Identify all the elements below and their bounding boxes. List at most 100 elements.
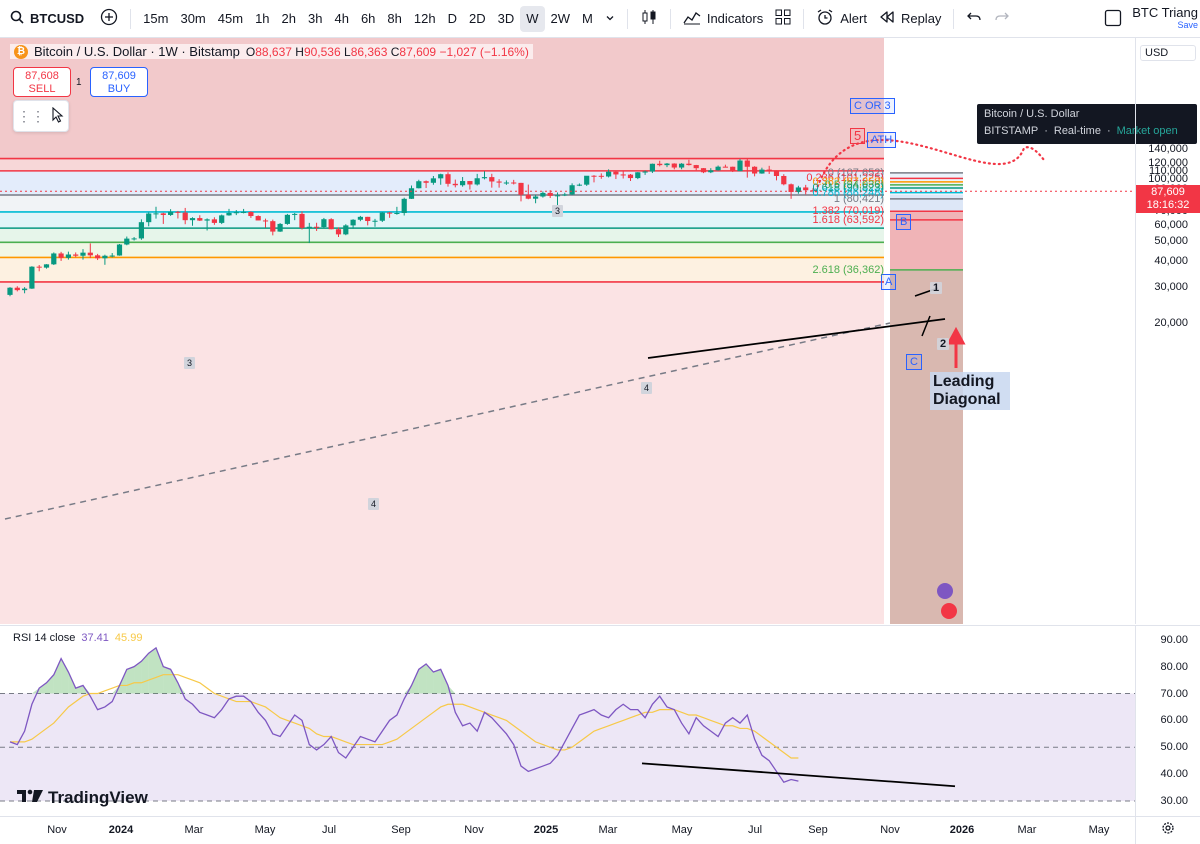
timeframe-2w[interactable]: 2W [545,6,577,32]
timeframe-3h[interactable]: 3h [302,6,328,32]
candle-body [722,166,728,168]
compare-button[interactable] [94,6,124,32]
price-chart-pane[interactable] [0,38,1135,624]
chart-type-button[interactable] [634,6,664,32]
time-tick: May [671,824,693,836]
buy-button[interactable]: 87,609 BUY [90,67,148,97]
candle-body [584,175,590,185]
wave-3-left-label: 3 [184,357,196,369]
candle-body [7,287,13,295]
templates-button[interactable] [769,6,797,32]
tooltip-exchange: BITSTAMP [984,125,1039,137]
candle-body [387,212,393,214]
rsi-overbought-fill [46,674,54,694]
timeframe-4h[interactable]: 4h [328,6,354,32]
legend-high: 90,536 [303,44,341,59]
symbol-search[interactable]: BTCUSD [0,0,94,37]
candle-body [503,182,509,184]
candle-body [277,223,283,232]
candle-body [306,226,312,228]
candle-body [372,220,378,222]
timeframe-2h[interactable]: 2h [276,6,302,32]
candle-body [467,181,473,185]
timeframe-8h[interactable]: 8h [381,6,407,32]
candle-body [357,216,363,220]
layout-area: BTC Triang Save [1104,0,1200,38]
timeframe-m[interactable]: M [576,6,599,32]
last-price-tag: 87,609 18:16:32 [1136,185,1200,214]
replay-button[interactable]: Replay [873,6,947,32]
rsi-pane[interactable] [0,625,1135,816]
sell-button[interactable]: 87,608 SELL [13,67,71,97]
cyan-zone-bg [0,211,884,229]
timeframe-15m[interactable]: 15m [137,6,174,32]
timeframe-3d[interactable]: 3D [492,6,521,32]
candle-body [803,187,809,191]
currency-label: USD [1145,47,1169,59]
drag-handle-icon[interactable]: ⋮⋮ [17,108,45,125]
candle-body [474,178,480,185]
time-tick: 2026 [949,824,975,836]
timeframe-2d[interactable]: 2D [463,6,492,32]
candle-body [554,195,561,197]
timeframe-45m[interactable]: 45m [212,6,249,32]
buy-price: 87,609 [102,70,136,82]
time-tick: May [254,824,276,836]
candle-body [635,172,641,179]
toolbar-divider [626,8,628,29]
candle-body [620,174,626,176]
candle-body [452,183,458,186]
cursor-arrow-icon[interactable] [51,106,65,126]
candle-body [73,254,79,256]
bitcoin-icon: ₿ [14,44,28,59]
price-axis[interactable]: USD 140,000120,000110,000100,00090,00080… [1135,38,1200,624]
timeframe-w[interactable]: W [520,5,545,32]
rsi-tick: 90.00 [1160,633,1188,646]
candle-body [715,166,721,171]
rsi-axis[interactable]: 90.00 80.00 70.00 60.00 50.00 40.00 30.00 [1135,625,1200,816]
currency-selector[interactable]: USD [1140,45,1196,61]
candle-body [744,160,750,167]
time-axis[interactable]: Nov 2024 Mar May Jul Sep Nov 2025 Mar May Jul Sep No… [0,816,1135,844]
candle-body [153,213,159,215]
layout-checkbox[interactable] [1104,9,1122,30]
candle-body [299,213,305,228]
toolbar-divider [803,8,805,29]
candle-body [80,252,86,256]
layout-name-button[interactable]: BTC Triang Save [1132,6,1198,32]
indicators-label: Indicators [706,11,764,26]
timeframe-12h[interactable]: 12h [408,6,442,32]
gear-icon [1161,821,1175,840]
price-tick: 30,000 [1154,281,1188,294]
timeframe-dropdown[interactable] [599,6,621,32]
timeframe-d[interactable]: D [442,6,463,32]
candle-body [627,174,634,179]
indicators-button[interactable]: Indicators [677,6,769,32]
rsi-ma-value: 45.99 [114,632,143,644]
alert-button[interactable]: Alert [810,6,873,32]
rsi-tick: 50.00 [1160,741,1188,754]
undo-button[interactable] [960,6,988,32]
timeframe-1h[interactable]: 1h [249,6,275,32]
chevron-down-icon [605,11,615,26]
wave-a-label: A [881,274,897,290]
candle-body [679,163,685,168]
bar-countdown: 18:16:32 [1146,199,1190,212]
timeframe-30m[interactable]: 30m [174,6,211,32]
candles-icon [640,8,658,29]
candle-body [160,213,166,215]
toolbar-divider [669,8,671,29]
candle-body [284,214,290,224]
timeframe-6h[interactable]: 6h [355,6,381,32]
redo-button[interactable] [988,6,1016,32]
settings-button[interactable] [1135,816,1200,844]
time-tick: Sep [808,824,828,836]
tooltip-dot: · [1106,125,1111,137]
time-tick: Nov [47,824,67,836]
green-zone-bg [0,228,884,243]
time-tick: Sep [391,824,411,836]
alert-label: Alert [840,11,867,26]
rsi-label: RSI 14 close [13,632,76,644]
candle-body [87,252,93,256]
wave-b-label: B [896,214,912,230]
